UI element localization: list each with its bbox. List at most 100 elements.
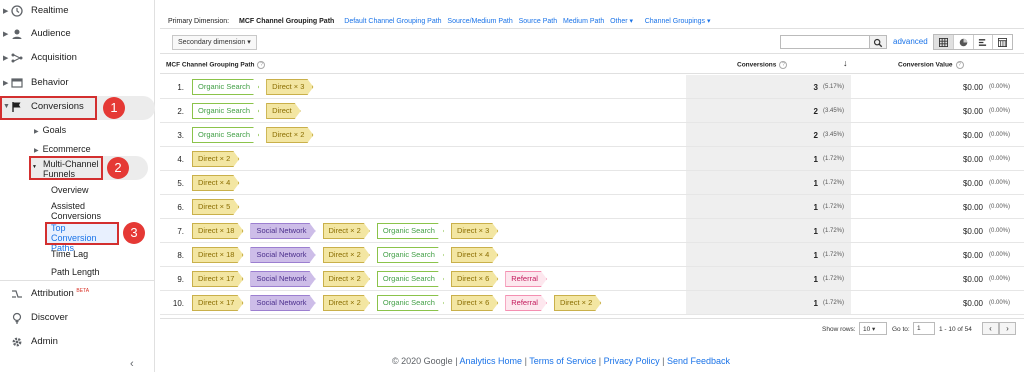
channel-tag-direct: Direct × 3: [451, 223, 498, 239]
search-button[interactable]: [869, 35, 887, 49]
expand-caret-icon: ▶: [3, 55, 9, 62]
conversions-percent: (1.72%): [823, 276, 845, 282]
primary-dimension-current: MCF Channel Grouping Path: [239, 18, 335, 25]
view-bar-button[interactable]: [974, 35, 994, 49]
channel-tag-direct: Direct × 2: [323, 271, 370, 287]
conversion-path: Direct × 17 Social Network Direct × 2 Organ…: [192, 295, 608, 311]
primary-dimension-label: Primary Dimension:: [168, 18, 230, 25]
conversion-value-percent: (0.00%): [989, 300, 1011, 306]
nav-attribution[interactable]: Attribution BETA: [0, 283, 155, 307]
channel-tag-direct: Direct × 4: [451, 247, 498, 263]
nav-goals[interactable]: ▶ Goals: [34, 125, 66, 137]
column-header-label: Conversions: [737, 61, 777, 69]
channel-tag-organic: Organic Search: [192, 79, 259, 95]
row-number: 5.: [177, 179, 184, 188]
conversions-value: 2: [813, 107, 818, 116]
nav-time-lag[interactable]: Time Lag: [51, 249, 88, 259]
conversion-value-percent: (0.00%): [989, 156, 1011, 162]
nav-acquisition[interactable]: ▶ Acquisition: [0, 47, 155, 71]
footer-link-feedback[interactable]: Send Feedback: [667, 356, 730, 366]
chevron-right-icon: ›: [1006, 324, 1009, 333]
help-icon[interactable]: ?: [257, 61, 266, 69]
search-icon: [873, 38, 883, 48]
clock-icon: [11, 5, 23, 17]
nav-label-text: Attribution: [31, 288, 74, 300]
channel-tag-referral: Referral: [505, 295, 547, 311]
table-row: 2. Organic Search Direct 2 (3.45%) $0.00 (0.00…: [160, 99, 1024, 123]
nav-admin[interactable]: Admin: [0, 331, 155, 355]
primary-dimension-bar: Primary Dimension: MCF Channel Grouping …: [168, 17, 711, 25]
nav-ecommerce[interactable]: ▶ Ecommerce: [34, 144, 91, 156]
conversions-value: 1: [813, 155, 818, 164]
conversion-path: Direct × 5: [192, 199, 246, 215]
secondary-dimension-dropdown[interactable]: Secondary dimension ▾: [172, 35, 257, 50]
highlight-box-2: [29, 156, 103, 180]
conversion-path: Direct × 18 Social Network Direct × 2 Organ…: [192, 247, 505, 263]
conversion-value-percent: (0.00%): [989, 276, 1011, 282]
nav-overview[interactable]: Overview: [51, 185, 89, 195]
pie-chart-icon: [959, 38, 967, 46]
dim-link-channel-groupings-dropdown[interactable]: Channel Groupings ▾: [645, 18, 711, 25]
next-page-button[interactable]: ›: [999, 322, 1016, 335]
channel-tag-social: Social Network: [250, 247, 315, 263]
conversions-value: 1: [813, 179, 818, 188]
channel-tag-referral: Referral: [505, 271, 547, 287]
callout-number-3: 3: [123, 222, 145, 244]
view-table-button[interactable]: [934, 35, 954, 49]
conversion-path: Direct × 4: [192, 175, 246, 191]
conversions-percent: (1.72%): [823, 156, 845, 162]
conversion-path: Organic Search Direct: [192, 103, 308, 119]
advanced-filter-link[interactable]: advanced: [893, 37, 928, 46]
view-pivot-button[interactable]: [993, 35, 1012, 49]
dim-link-default-channel-grouping-path[interactable]: Default Channel Grouping Path: [344, 18, 441, 25]
conversion-value-percent: (0.00%): [989, 204, 1011, 210]
help-icon[interactable]: ?: [955, 61, 964, 69]
nav-realtime[interactable]: ▶ Realtime: [0, 0, 155, 24]
conversions-percent: (1.72%): [823, 180, 845, 186]
footer-link-privacy[interactable]: Privacy Policy: [604, 356, 660, 366]
expand-caret-icon: ▶: [3, 8, 9, 15]
show-rows-select[interactable]: 10 ▾: [859, 322, 887, 335]
conversion-value-percent: (0.00%): [989, 132, 1011, 138]
conversions-value: 1: [813, 275, 818, 284]
bar-chart-icon: [979, 38, 987, 46]
collapse-sidebar-icon[interactable]: ‹: [130, 358, 134, 370]
chevron-left-icon: ‹: [989, 324, 992, 333]
channel-tag-direct: Direct × 5: [192, 199, 239, 215]
nav-path-length[interactable]: Path Length: [51, 267, 100, 277]
channel-tag-organic: Organic Search: [192, 127, 259, 143]
callout-number-2: 2: [107, 157, 129, 179]
conversions-percent: (3.45%): [823, 108, 845, 114]
conversion-value: $0.00: [962, 227, 983, 236]
table-row: 7. Direct × 18 Social Network Direct × 2 Org…: [160, 219, 1024, 243]
footer-link-analytics-home[interactable]: Analytics Home: [460, 356, 523, 366]
nav-assisted-conversions[interactable]: Assisted Conversions: [51, 201, 101, 221]
sort-descending-icon[interactable]: ↓: [843, 58, 848, 68]
row-number: 3.: [177, 131, 184, 140]
nav-audience[interactable]: ▶ Audience: [0, 23, 155, 47]
conversion-value-percent: (0.00%): [989, 228, 1011, 234]
table-row: 10. Direct × 17 Social Network Direct × 2 Or…: [160, 291, 1024, 315]
goto-page-input[interactable]: 1: [913, 322, 935, 335]
channel-tag-direct: Direct × 2: [192, 151, 239, 167]
nav-discover[interactable]: Discover: [0, 307, 155, 331]
help-icon[interactable]: ?: [779, 61, 788, 69]
column-header-conversions[interactable]: Conversions?: [737, 61, 788, 69]
column-header-conversion-value[interactable]: Conversion Value?: [898, 61, 964, 69]
conversions-value: 3: [813, 83, 818, 92]
dim-link-source-path[interactable]: Source Path: [519, 18, 558, 25]
column-header-path[interactable]: MCF Channel Grouping Path?: [166, 61, 266, 69]
view-pie-button[interactable]: [954, 35, 974, 49]
footer-link-terms[interactable]: Terms of Service: [529, 356, 596, 366]
nav-behavior[interactable]: ▶ Behavior: [0, 72, 155, 96]
show-rows-label: Show rows:: [822, 326, 856, 333]
dim-link-other-dropdown[interactable]: Other ▾: [610, 18, 633, 25]
conversion-value-percent: (0.00%): [989, 180, 1011, 186]
highlight-box-1: [0, 96, 97, 120]
dim-link-medium-path[interactable]: Medium Path: [563, 18, 604, 25]
channel-tag-direct: Direct × 17: [192, 295, 243, 311]
dim-link-source-medium-path[interactable]: Source/Medium Path: [447, 18, 512, 25]
conversion-value: $0.00: [962, 107, 983, 116]
row-number: 9.: [177, 275, 184, 284]
prev-page-button[interactable]: ‹: [982, 322, 999, 335]
